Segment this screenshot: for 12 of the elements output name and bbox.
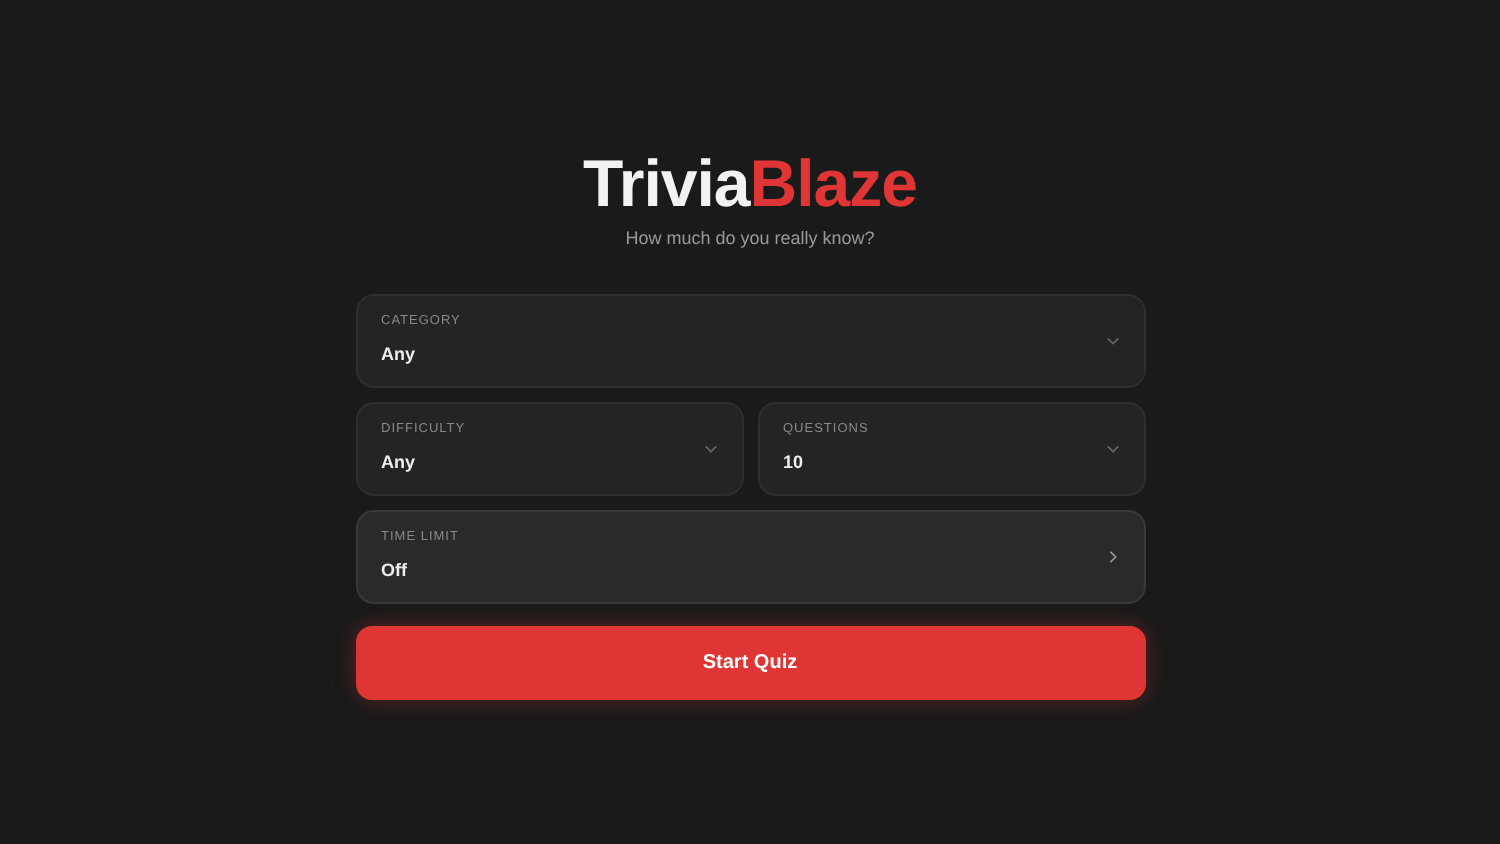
field-value: 10 — [783, 449, 806, 476]
field-value: Any — [381, 341, 418, 368]
chevron-icon — [1105, 549, 1119, 564]
tagline: How much do you really know? — [623, 226, 877, 253]
field-value: Any — [381, 449, 418, 476]
logo-text: Trivia — [583, 146, 750, 220]
field-value: Off — [381, 557, 409, 584]
start-quiz-button[interactable]: Start Quiz — [355, 625, 1145, 700]
logo-text-accent: Blaze — [749, 146, 917, 220]
chevron-icon — [703, 441, 717, 456]
chevron-icon — [1105, 441, 1119, 456]
chevron-icon — [1105, 333, 1119, 348]
